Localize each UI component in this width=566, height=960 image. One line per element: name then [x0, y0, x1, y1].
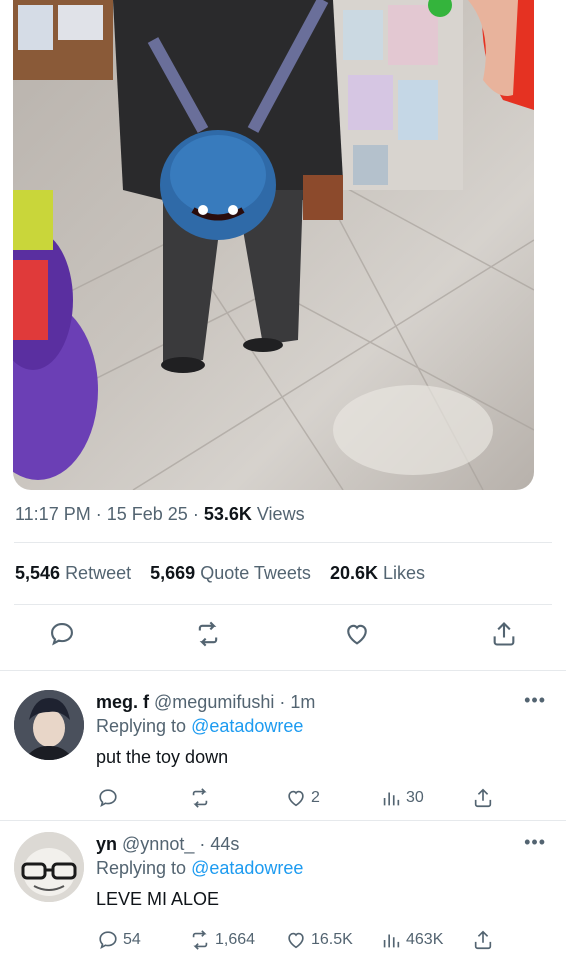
likes-label: Likes — [383, 563, 426, 583]
share-button[interactable] — [472, 929, 494, 951]
like-button[interactable]: 2 — [285, 787, 320, 809]
retweets-stat[interactable]: 5,546 Retweet — [15, 563, 136, 583]
quotes-count: 5,669 — [150, 563, 196, 583]
reply-item[interactable]: yn @ynnot_ · 44s ••• Replying to @eatado… — [0, 820, 566, 960]
reply-item[interactable]: meg. f @megumifushi · 1m ••• Replying to… — [0, 670, 566, 820]
reply-count: 54 — [123, 931, 141, 948]
likes-stat[interactable]: 20.6K Likes — [330, 563, 425, 583]
views-count: 53.6K — [203, 504, 252, 524]
reply-time: 1m — [290, 692, 316, 712]
more-options-icon[interactable]: ••• — [524, 832, 546, 853]
tweet-stats: 5,546 Retweet 5,669 Quote Tweets 20.6K L… — [15, 563, 439, 584]
views-button[interactable]: 30 — [380, 787, 424, 809]
retweet-icon — [192, 788, 208, 808]
retweets-label: Retweet — [65, 563, 132, 583]
quotes-stat[interactable]: 5,669 Quote Tweets — [150, 563, 316, 583]
retweet-icon — [198, 621, 218, 647]
meta-separator: · — [192, 504, 204, 524]
reply-button[interactable] — [48, 620, 78, 650]
views-count: 463K — [406, 931, 444, 948]
retweets-count: 5,546 — [15, 563, 61, 583]
reply-button[interactable] — [97, 787, 119, 809]
share-icon — [493, 622, 515, 646]
share-button[interactable] — [472, 787, 494, 809]
meta-separator: · — [279, 692, 291, 712]
meta-separator: · — [95, 504, 107, 524]
replying-label: Replying to — [96, 716, 187, 736]
likes-count: 20.6K — [329, 563, 378, 583]
views-button[interactable]: 463K — [380, 929, 443, 951]
reply-time: 44s — [210, 834, 240, 854]
retweet-button[interactable]: 1,664 — [189, 929, 255, 951]
reply-icon — [51, 623, 73, 646]
replying-to-link[interactable]: @eatadowree — [191, 716, 303, 736]
tweet-date: 15 Feb 25 — [106, 504, 188, 524]
avatar[interactable] — [14, 832, 84, 902]
reply-author-handle[interactable]: @megumifushi — [154, 692, 274, 712]
tweet-time: 11:17 PM — [15, 504, 91, 524]
like-button[interactable] — [343, 620, 373, 650]
replying-to-link[interactable]: @eatadowree — [191, 858, 303, 878]
reply-icon — [99, 931, 117, 950]
reply-author-name[interactable]: yn — [96, 834, 117, 854]
share-icon — [474, 788, 492, 808]
share-button[interactable] — [490, 620, 520, 650]
retweet-icon — [192, 930, 208, 950]
reply-button[interactable]: 54 — [97, 929, 141, 951]
replying-to: Replying to @eatadowree — [96, 716, 303, 737]
tweet-meta: 11:17 PM · 15 Feb 25 · 53.6K Views — [15, 504, 305, 525]
divider — [14, 604, 552, 605]
heart-icon — [288, 790, 304, 807]
retweet-button[interactable] — [194, 620, 224, 650]
replying-to: Replying to @eatadowree — [96, 858, 303, 879]
avatar[interactable] — [14, 690, 84, 760]
retweet-button[interactable] — [189, 787, 211, 809]
heart-icon — [288, 932, 304, 949]
reply-text: LEVE MI ALOE — [96, 889, 220, 909]
bar-chart-icon — [383, 934, 400, 948]
share-icon — [474, 930, 492, 950]
divider — [14, 542, 552, 543]
like-count: 2 — [311, 789, 320, 806]
more-options-icon[interactable]: ••• — [524, 690, 546, 711]
tweet-action-bar — [0, 620, 566, 654]
reply-header: meg. f @megumifushi · 1m — [96, 692, 315, 713]
views-label[interactable]: Views — [257, 504, 305, 524]
reply-icon — [99, 789, 117, 808]
reply-author-handle[interactable]: @ynnot_ — [122, 834, 194, 854]
replying-label: Replying to — [96, 858, 187, 878]
reply-text: put the toy down — [96, 747, 229, 767]
reply-author-name[interactable]: meg. f — [96, 692, 149, 712]
retweet-count: 1,664 — [215, 931, 256, 948]
heart-icon — [347, 624, 367, 645]
quotes-label: Quote Tweets — [200, 563, 311, 583]
bar-chart-icon — [383, 792, 400, 806]
tweet-photo[interactable] — [13, 0, 534, 490]
views-count: 30 — [406, 789, 424, 806]
reply-header: yn @ynnot_ · 44s — [96, 834, 239, 855]
meta-separator: · — [199, 834, 211, 854]
like-button[interactable]: 16.5K — [285, 929, 353, 951]
like-count: 16.5K — [311, 931, 353, 948]
